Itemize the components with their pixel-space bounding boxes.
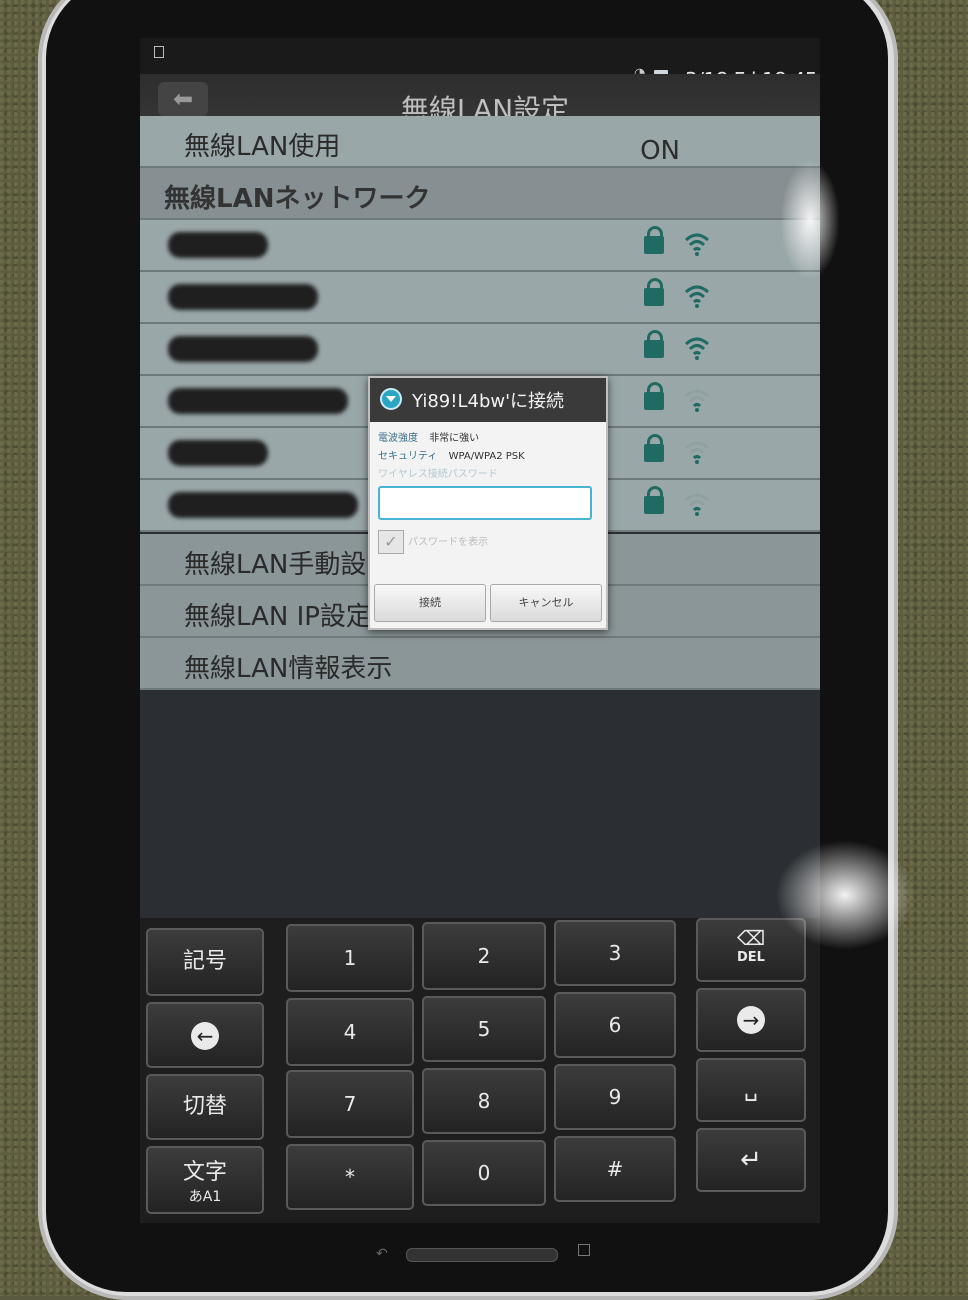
hw-back-icon[interactable]: ↶ xyxy=(376,1246,388,1262)
hw-menu-icon[interactable] xyxy=(578,1244,590,1256)
network-name-redacted xyxy=(168,232,268,258)
info-label: 無線LAN情報表示 xyxy=(184,654,393,684)
enter-key[interactable]: ↵ xyxy=(696,1128,806,1192)
network-name-redacted xyxy=(168,388,348,414)
key-7[interactable]: 7 xyxy=(286,1070,414,1138)
network-item[interactable] xyxy=(140,220,820,272)
hardware-home-bar[interactable] xyxy=(406,1248,558,1262)
signal-strength-label: 電波強度 xyxy=(378,433,418,444)
ip-setup-label: 無線LAN IP設定 xyxy=(184,602,372,632)
wifi-use-value: ON xyxy=(640,136,680,166)
network-name-redacted xyxy=(168,336,318,362)
right-arrow-key[interactable]: → xyxy=(696,988,806,1052)
switch-key[interactable]: 切替 xyxy=(146,1074,264,1140)
light-glare xyxy=(780,160,840,280)
show-password-label: パスワードを表示 xyxy=(408,537,488,548)
security-value: WPA/WPA2 PSK xyxy=(448,451,525,462)
signal-strength-value: 非常に強い xyxy=(429,433,480,444)
key-8[interactable]: 8 xyxy=(422,1068,546,1134)
wifi-signal-icon xyxy=(684,285,710,308)
key-0[interactable]: 0 xyxy=(422,1140,546,1206)
lock-icon xyxy=(644,486,664,514)
key-asterisk[interactable]: * xyxy=(286,1144,414,1210)
key-6[interactable]: 6 xyxy=(554,992,676,1058)
connect-dialog: Yi89!L4bw'に接続 電波強度 非常に強い セキュリティ WPA/WPA2… xyxy=(368,376,608,630)
dialog-body: 電波強度 非常に強い セキュリティ WPA/WPA2 PSK ワイヤレス接続パス… xyxy=(370,422,606,566)
soft-keyboard: 記号 ← 切替 文字 あA1 1 2 3 4 5 6 7 8 9 * 0 # ⌫… xyxy=(140,918,820,1223)
password-label: ワイヤレス接続パスワード xyxy=(378,469,498,480)
show-password-checkbox[interactable]: ✓ xyxy=(378,530,404,554)
signal-strength-line: 電波強度 非常に強い xyxy=(378,430,598,448)
security-label: セキュリティ xyxy=(378,451,438,462)
key-9[interactable]: 9 xyxy=(554,1064,676,1130)
wifi-signal-icon xyxy=(684,441,710,464)
char-mode-key[interactable]: 文字 あA1 xyxy=(146,1146,264,1214)
key-1[interactable]: 1 xyxy=(286,924,414,992)
left-arrow-key[interactable]: ← xyxy=(146,1002,264,1068)
key-4[interactable]: 4 xyxy=(286,998,414,1066)
key-hash[interactable]: # xyxy=(554,1136,676,1202)
wifi-use-row[interactable]: 無線LAN使用 ON xyxy=(140,116,820,168)
show-password-option[interactable]: ✓ パスワードを表示 xyxy=(378,524,598,558)
lock-icon xyxy=(644,382,664,410)
left-arrow-icon: ← xyxy=(191,1022,219,1050)
dialog-header: Yi89!L4bw'に接続 xyxy=(370,378,606,422)
key-2[interactable]: 2 xyxy=(422,922,546,990)
lock-icon xyxy=(644,434,664,462)
dialog-title: Yi89!L4bw'に接続 xyxy=(412,391,565,412)
wifi-signal-icon xyxy=(684,233,710,256)
wifi-signal-icon xyxy=(684,389,710,412)
dialog-buttons: 接続 キャンセル xyxy=(374,584,602,622)
networks-header: 無線LANネットワーク xyxy=(140,168,820,220)
network-item[interactable] xyxy=(140,324,820,376)
light-glare xyxy=(775,840,915,950)
screen: ◔ 3/18 Fri 18:45 ⬅ 無線LAN設定 無線LAN使用 ON 無線… xyxy=(140,38,820,1223)
cancel-button[interactable]: キャンセル xyxy=(490,584,602,622)
manual-setup-label: 無線LAN手動設 xyxy=(184,550,367,580)
network-name-redacted xyxy=(168,440,268,466)
enter-icon: ↵ xyxy=(740,1145,762,1175)
security-line: セキュリティ WPA/WPA2 PSK xyxy=(378,448,598,466)
right-arrow-icon: → xyxy=(737,1006,765,1034)
char-mode-label: 文字 xyxy=(182,1160,227,1185)
wifi-signal-icon xyxy=(684,493,710,516)
key-3[interactable]: 3 xyxy=(554,920,676,986)
lock-icon xyxy=(644,278,664,306)
sd-card-icon xyxy=(154,46,164,58)
lock-icon xyxy=(644,226,664,254)
wifi-signal-icon xyxy=(684,337,710,360)
password-input[interactable] xyxy=(378,486,592,520)
network-item[interactable] xyxy=(140,272,820,324)
symbols-key[interactable]: 記号 xyxy=(146,928,264,996)
space-icon: ␣ xyxy=(744,1077,758,1102)
wifi-dialog-icon xyxy=(380,388,402,410)
space-key[interactable]: ␣ xyxy=(696,1058,806,1122)
lock-icon xyxy=(644,330,664,358)
connect-button[interactable]: 接続 xyxy=(374,584,486,622)
char-mode-sub: あA1 xyxy=(188,1189,222,1205)
info-row[interactable]: 無線LAN情報表示 xyxy=(140,638,820,690)
status-bar: ◔ 3/18 Fri 18:45 xyxy=(140,38,820,92)
network-name-redacted xyxy=(168,492,358,518)
wifi-use-label: 無線LAN使用 xyxy=(184,132,341,162)
key-5[interactable]: 5 xyxy=(422,996,546,1062)
delete-label: DEL xyxy=(737,950,765,965)
network-name-redacted xyxy=(168,284,318,310)
networks-header-label: 無線LANネットワーク xyxy=(164,184,431,214)
